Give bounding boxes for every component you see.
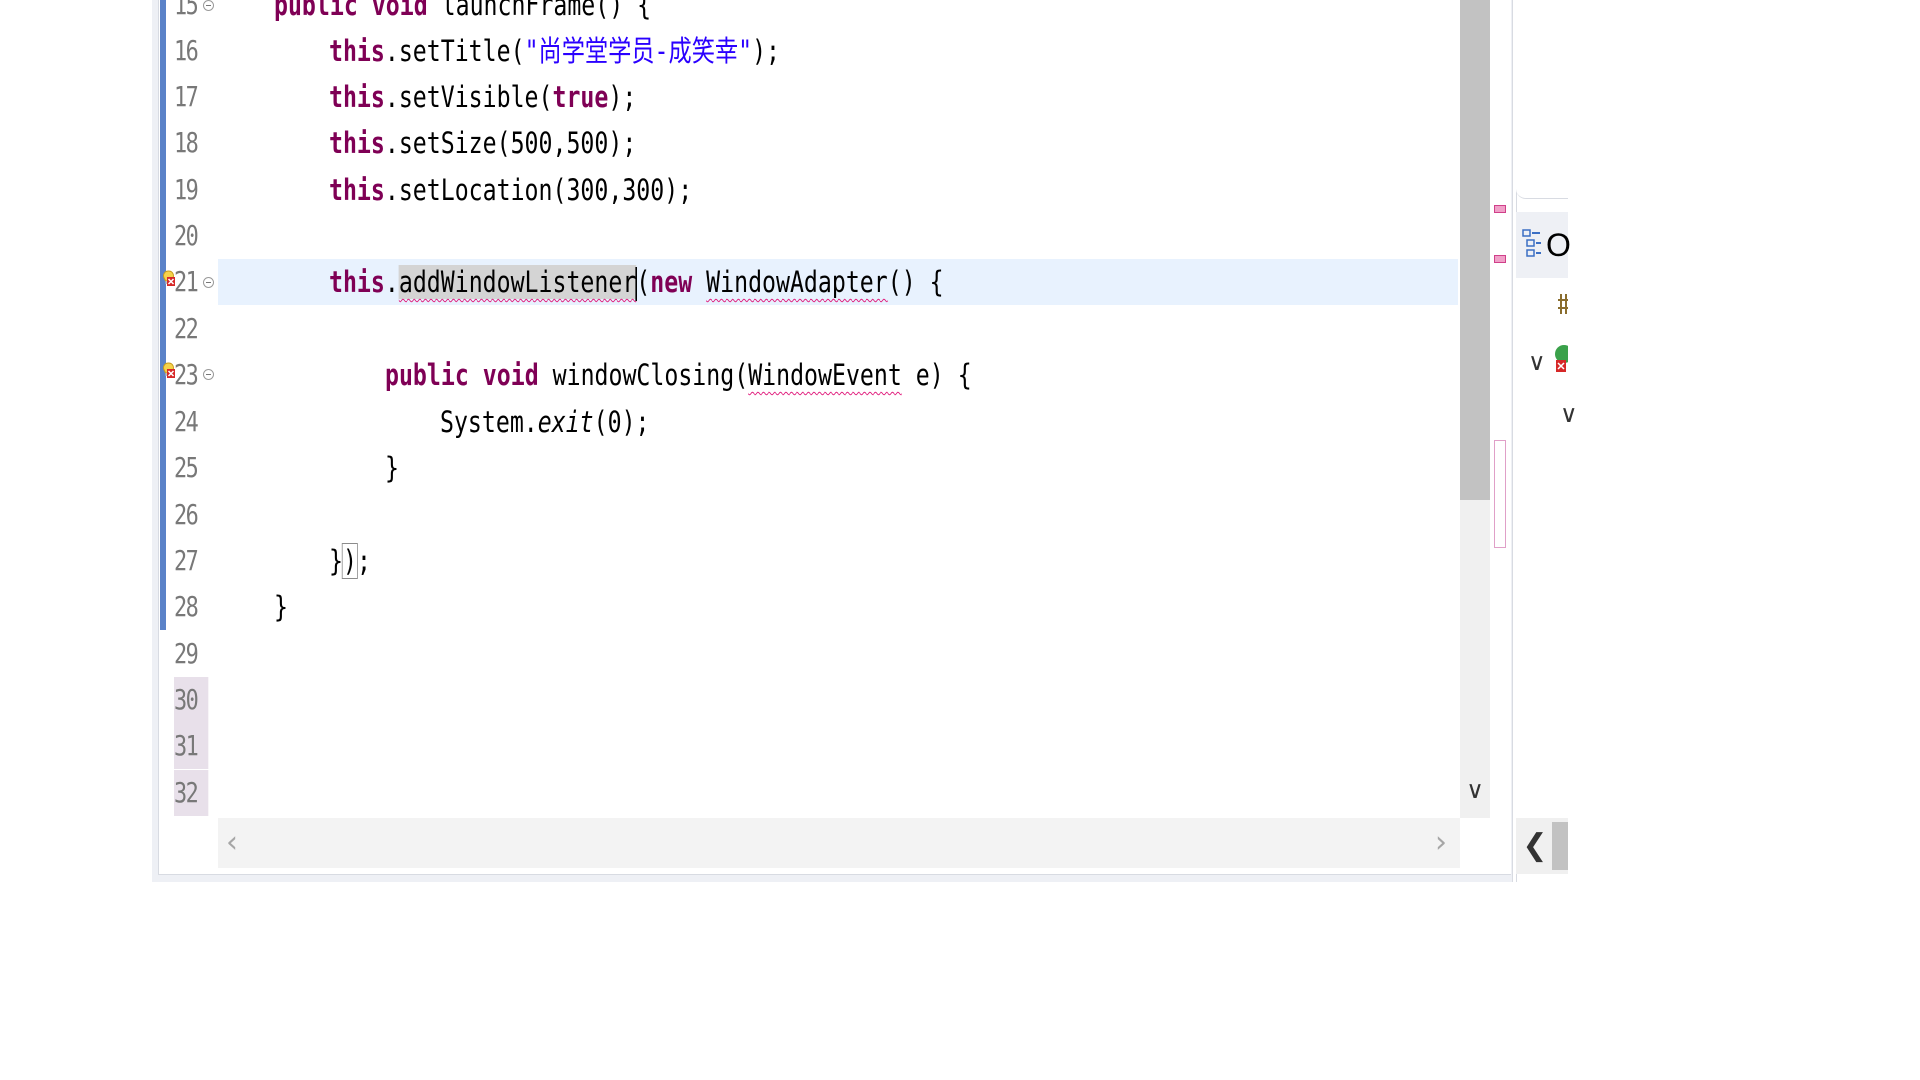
fold-collapse-icon[interactable] — [203, 369, 214, 380]
line-number: 20 — [174, 219, 199, 252]
code-text: launchFrame() { — [427, 0, 652, 22]
chevron-down-icon[interactable]: ∨ — [1462, 776, 1488, 804]
code-line-23: public void windowClosing(WindowEvent e)… — [385, 352, 972, 398]
outline-scrollbar-thumb[interactable] — [1552, 822, 1568, 870]
overview-ruler — [1490, 0, 1510, 818]
outline-view-icon — [1522, 228, 1542, 262]
string-literal: "尚学堂学员-成笑幸" — [524, 34, 753, 68]
error-class-name[interactable]: WindowAdapter — [706, 265, 888, 299]
line-number: 26 — [174, 498, 199, 531]
line-number: 17 — [174, 80, 199, 113]
fold-collapse-icon[interactable] — [203, 0, 214, 11]
keyword: true — [552, 80, 609, 114]
line-number: 22 — [174, 312, 199, 345]
keyword: this — [329, 34, 385, 68]
line-number: 30 — [174, 677, 209, 723]
line-number: 25 — [174, 451, 199, 484]
code-line-19: this.setLocation(300,300); — [329, 167, 692, 213]
line-number: 32 — [174, 770, 209, 816]
error-lightbulb-icon[interactable] — [162, 362, 175, 379]
code-text: ); — [608, 80, 637, 114]
line-number: 29 — [174, 637, 199, 670]
keyword: this — [329, 173, 385, 207]
code-text: } — [274, 590, 288, 624]
code-line-21: this.addWindowListener(new WindowAdapter… — [329, 259, 944, 305]
code-line-25: } — [385, 445, 399, 491]
vertical-scrollbar-thumb[interactable] — [1460, 0, 1490, 500]
error-lightbulb-icon[interactable] — [162, 270, 175, 287]
error-method-occurrence[interactable]: addWindowListener — [398, 265, 637, 299]
code-line-15: public void launchFrame() { — [274, 0, 651, 28]
outline-tab-title[interactable]: O — [1546, 222, 1571, 268]
code-text: . — [384, 265, 399, 299]
code-line-27: }); — [329, 538, 371, 584]
code-text: windowClosing( — [538, 358, 749, 392]
line-number: 16 — [174, 34, 199, 67]
line-number: 31 — [174, 723, 209, 769]
code-text: System. — [440, 405, 538, 439]
code-text: ; — [356, 544, 371, 578]
side-panel-upper — [1516, 0, 1568, 199]
chevron-right-icon[interactable]: › — [1427, 826, 1455, 860]
chevron-left-icon[interactable]: ❮ — [1522, 826, 1548, 866]
code-text: () { — [887, 265, 944, 299]
code-text: (0); — [593, 405, 650, 439]
workbench-left-area — [0, 0, 152, 882]
error-overview-marker[interactable] — [1494, 255, 1506, 263]
static-method: exit — [537, 405, 594, 439]
keyword: void — [371, 0, 428, 22]
code-line-28: } — [274, 584, 288, 630]
line-number-ruler: 15 16 17 18 19 20 21 22 23 24 25 26 27 2… — [174, 0, 218, 818]
keyword: void — [482, 358, 539, 392]
code-text: ); — [752, 34, 781, 68]
line-number: 18 — [174, 126, 199, 159]
code-text: .setLocation(300,300); — [384, 173, 693, 207]
code-line-18: this.setSize(500,500); — [329, 120, 636, 166]
import-declarations-icon — [1558, 292, 1568, 320]
error-overview-marker[interactable] — [1494, 205, 1506, 213]
code-text: e) { — [901, 358, 972, 392]
fold-collapse-icon[interactable] — [203, 277, 214, 288]
tree-expand-icon[interactable]: ∨ — [1560, 400, 1578, 428]
keyword: this — [329, 265, 385, 299]
code-text: .setSize(500,500); — [384, 126, 637, 160]
code-text-area[interactable]: public void launchFrame() { this.setTitl… — [218, 0, 1458, 818]
class-error-icon — [1554, 344, 1573, 378]
code-line-16: this.setTitle("尚学堂学员-成笑幸"); — [329, 28, 780, 74]
chevron-left-icon[interactable]: ‹ — [218, 826, 246, 860]
code-text: } — [329, 544, 343, 578]
code-text: .setVisible( — [384, 80, 553, 114]
line-number: 24 — [174, 405, 199, 438]
code-text: ( — [636, 265, 651, 299]
keyword: this — [329, 80, 385, 114]
line-number: 19 — [174, 173, 199, 206]
tree-expand-icon[interactable]: ∨ — [1528, 348, 1546, 376]
horizontal-scrollbar[interactable] — [218, 818, 1460, 868]
quick-diff-change-bar — [160, 0, 166, 630]
code-line-24: System.exit(0); — [440, 399, 650, 445]
code-line-17: this.setVisible(true); — [329, 74, 636, 120]
outline-tree[interactable]: ∨ ∨ — [1516, 278, 1578, 818]
keyword: public — [385, 358, 469, 392]
keyword: new — [650, 265, 693, 299]
overview-visible-range — [1494, 440, 1506, 548]
keyword: this — [329, 126, 385, 160]
matching-bracket: ) — [342, 543, 358, 579]
code-text: } — [385, 451, 399, 485]
code-text: .setTitle( — [384, 34, 525, 68]
error-type-name[interactable]: WindowEvent — [748, 358, 902, 392]
line-number: 27 — [174, 544, 199, 577]
keyword: public — [274, 0, 358, 22]
line-number: 28 — [174, 590, 199, 623]
